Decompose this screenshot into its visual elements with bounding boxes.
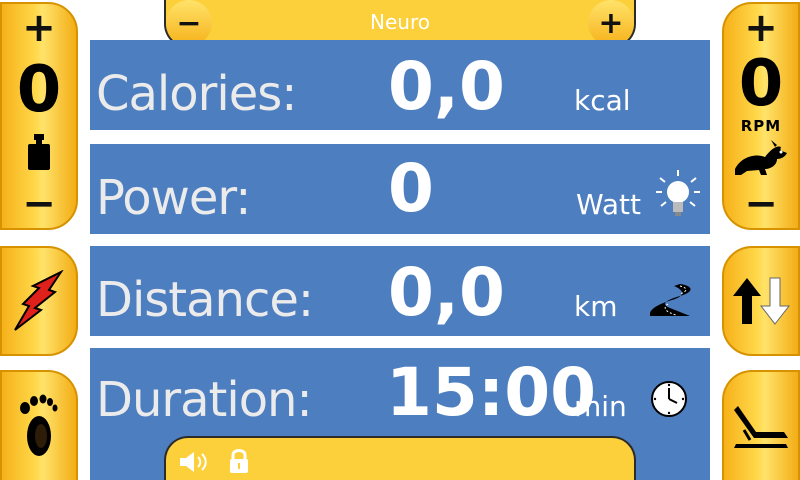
distance-panel: Distance: 0,0 km: [90, 246, 710, 336]
up-down-arrows-icon: [733, 277, 791, 325]
weight-icon: [26, 132, 52, 172]
intensity-button[interactable]: [0, 246, 78, 356]
distance-value: 0,0: [388, 254, 505, 331]
resistance-value: 0: [16, 53, 62, 127]
power-label: Power:: [96, 170, 251, 226]
duration-label: Duration:: [96, 372, 313, 428]
seat-button[interactable]: [722, 370, 800, 480]
power-value: 0: [388, 150, 434, 227]
step-button[interactable]: [0, 370, 78, 480]
speaker-icon[interactable]: [178, 450, 212, 474]
rpm-unit: RPM: [740, 117, 782, 135]
calories-value: 0,0: [388, 48, 505, 125]
rpm-value: 0: [738, 46, 784, 121]
clock-icon: [651, 381, 687, 417]
resistance-stepper: + 0 −: [0, 2, 78, 230]
light-bulb-icon: [656, 170, 700, 216]
calories-panel: Calories: 0,0 kcal: [90, 40, 710, 130]
program-name: Neuro: [370, 10, 430, 34]
rpm-stepper: + 0 RPM −: [722, 2, 800, 230]
seat-icon: [734, 406, 788, 448]
calories-label: Calories:: [96, 66, 297, 122]
direction-button[interactable]: [722, 246, 800, 356]
calories-unit: kcal: [574, 84, 631, 117]
status-bar: [164, 436, 636, 480]
distance-label: Distance:: [96, 272, 314, 328]
rpm-minus-button[interactable]: −: [731, 184, 791, 224]
lock-icon[interactable]: [228, 448, 250, 474]
duration-unit: min: [574, 390, 627, 423]
road-icon: [650, 284, 691, 316]
lightning-icon: [14, 270, 64, 331]
rpm-plus-button[interactable]: +: [731, 8, 791, 48]
resistance-minus-button[interactable]: −: [9, 184, 69, 224]
resistance-plus-button[interactable]: +: [9, 8, 69, 48]
duration-value: 15:00: [386, 354, 597, 431]
foot-icon: [20, 394, 58, 456]
power-panel: Power: 0 Watt: [90, 144, 710, 234]
power-unit: Watt: [576, 188, 642, 221]
rabbit-icon: [731, 139, 791, 179]
distance-unit: km: [574, 290, 618, 323]
